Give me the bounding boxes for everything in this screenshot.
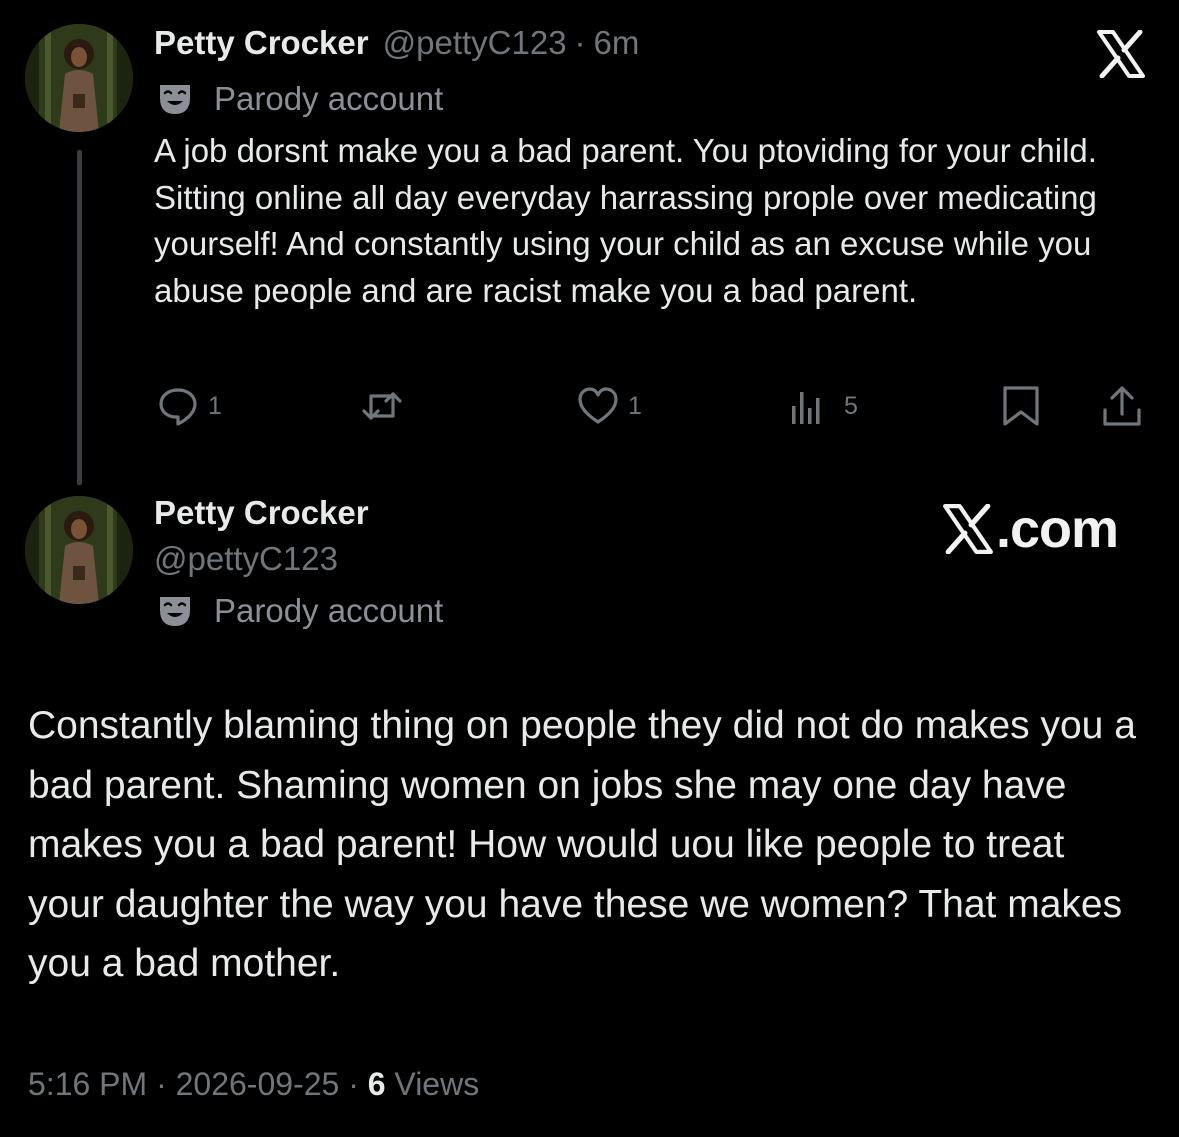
like-icon <box>578 387 618 424</box>
separator-dot: · <box>574 24 586 61</box>
separator-dot: · <box>156 1066 176 1102</box>
author-name[interactable]: Petty Crocker <box>154 24 369 62</box>
x-logo-icon <box>1096 29 1146 83</box>
bookmark-icon <box>1003 386 1039 426</box>
views-icon <box>792 392 820 424</box>
tweet-date[interactable]: 2026-09-25 <box>176 1066 340 1102</box>
repost-icon <box>362 392 402 420</box>
reply-count: 1 <box>208 391 222 420</box>
separator-dot: · <box>348 1066 368 1102</box>
views-button[interactable]: 5 <box>786 384 858 428</box>
reply-button[interactable]: 1 <box>156 384 222 428</box>
parody-label-text: Parody account <box>214 592 444 629</box>
drama-mask-icon <box>160 597 190 626</box>
like-count: 1 <box>628 391 642 420</box>
x-logo-icon <box>943 504 993 554</box>
parody-label: Parody account <box>158 80 443 118</box>
x-com-logo: .com <box>942 498 1119 560</box>
share-icon <box>1103 386 1141 426</box>
tweet-text: A job dorsnt make you a bad parent. You … <box>154 132 1097 309</box>
parody-label: Parody account <box>158 592 443 630</box>
views-count: 6 <box>367 1066 386 1102</box>
watermark-text: .com <box>996 499 1119 559</box>
tweet-time[interactable]: 6m <box>594 24 640 62</box>
drama-mask-icon <box>160 85 190 114</box>
reply-icon <box>159 388 197 426</box>
tweet-header: Petty Crocker @pettyC123 · 6m <box>154 24 639 62</box>
tweet-time[interactable]: 5:16 PM <box>28 1066 147 1102</box>
thread-connector-line <box>77 150 82 485</box>
views-count: 5 <box>844 391 858 420</box>
avatar[interactable] <box>25 496 133 604</box>
repost-button[interactable] <box>360 384 404 428</box>
share-button[interactable] <box>1100 384 1144 428</box>
tweet-metadata: 5:16 PM · 2026-09-25 · 6 Views <box>28 1066 479 1103</box>
tweet-text: Constantly blaming thing on people they … <box>28 704 1136 985</box>
author-handle[interactable]: @pettyC123 <box>383 24 567 62</box>
views-label: Views <box>394 1066 480 1102</box>
parody-label-text: Parody account <box>214 80 444 117</box>
like-button[interactable]: 1 <box>576 384 642 428</box>
author-handle[interactable]: @pettyC123 <box>154 540 338 578</box>
avatar[interactable] <box>25 24 133 132</box>
author-name[interactable]: Petty Crocker <box>154 494 369 532</box>
bookmark-button[interactable] <box>999 384 1043 428</box>
